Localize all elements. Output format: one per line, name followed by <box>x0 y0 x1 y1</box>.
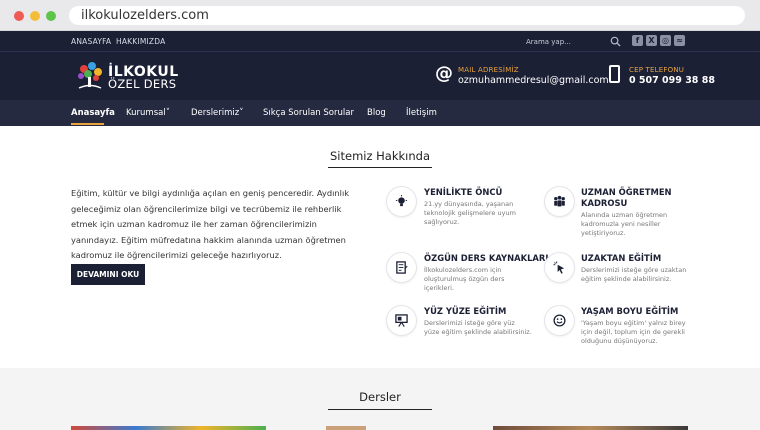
toplink-hakkimizda[interactable]: HAKKIMIZDA <box>116 37 165 46</box>
feature-icon-wrap <box>387 306 416 335</box>
feature-desc: 21.yy dünyasında, yaşanan teknolojik gel… <box>424 200 516 226</box>
presentation-icon <box>395 314 408 327</box>
phone-icon <box>609 65 620 83</box>
instagram-icon[interactable]: ◎ <box>660 35 671 46</box>
logo-text-line2[interactable]: ÖZEL DERS <box>108 77 176 91</box>
feature-title: YAŞAM BOYU EĞİTİM <box>581 306 679 316</box>
site-header: İLKOKUL ÖZEL DERS @ MAIL ADRESİMİZ ozmuh… <box>0 52 760 100</box>
courses-title-underline <box>328 409 432 410</box>
search-input[interactable]: Arama yap... <box>526 38 571 46</box>
address-bar[interactable]: ilkokulozelders.com <box>69 6 745 25</box>
chevron-down-icon: ˅ <box>239 108 244 118</box>
maximize-window-button[interactable] <box>46 11 56 21</box>
smile-icon <box>553 314 566 327</box>
course-card-thumbnail[interactable] <box>493 426 688 430</box>
phone-label: CEP TELEFONU <box>629 66 685 74</box>
team-icon <box>554 195 565 207</box>
toplink-anasayfa[interactable]: ANASAYFA <box>71 37 111 46</box>
feature-icon-wrap <box>545 253 574 282</box>
about-paragraph: Eğitim, kültür ve bilgi aydınlığa açılan… <box>71 188 350 260</box>
course-card-thumbnail[interactable] <box>71 426 266 430</box>
feature-icon-wrap <box>387 187 416 216</box>
notebook-icon <box>396 261 408 274</box>
feature-icon-wrap <box>387 253 416 282</box>
at-sign-icon: @ <box>435 63 453 84</box>
nav-item-anasayfa[interactable]: Anasayfa <box>71 108 115 118</box>
mail-address[interactable]: ozmuhammedresul@gmail.com <box>458 75 609 86</box>
feature-desc: Alanında uzman öğretmen kadromuzla yeni … <box>581 211 668 237</box>
feature-desc: Derslerimizi isteğe göre yüz yüze eğitim… <box>424 319 532 336</box>
browser-chrome: ilkokulozelders.com <box>0 0 760 31</box>
search-box[interactable]: Arama yap... <box>520 34 626 49</box>
nav-item-derslerimiz[interactable]: Derslerimiz˅ <box>191 108 244 118</box>
read-more-button[interactable]: DEVAMINI OKU <box>71 264 145 285</box>
mail-label: MAIL ADRESİMİZ <box>458 66 519 74</box>
feature-title: YENİLİKTE ÖNCÜ <box>424 187 503 197</box>
nav-item-blog[interactable]: Blog <box>367 108 386 118</box>
facebook-icon[interactable]: f <box>632 35 643 46</box>
top-bar: ANASAYFA HAKKIMIZDA Arama yap... f X ◎ ≈ <box>0 31 760 52</box>
about-title-underline <box>328 167 432 168</box>
lightbulb-icon <box>395 195 408 207</box>
feature-icon-wrap <box>545 187 574 216</box>
feature-title: UZAKTAN EĞİTİM <box>581 253 662 263</box>
course-card-thumbnail[interactable] <box>326 426 366 430</box>
feature-desc: 'Yaşam boyu eğitim' yalnız birey için de… <box>581 319 686 345</box>
nav-item-sss[interactable]: Sıkça Sorulan Sorular <box>263 108 354 118</box>
feature-title: ÖZGÜN DERS KAYNAKLARI <box>424 253 549 263</box>
twitter-x-icon[interactable]: X <box>646 35 657 46</box>
feature-desc: Derslerimizi isteğe göre uzaktan eğitim … <box>581 266 687 283</box>
nav-item-iletisim[interactable]: İletişim <box>406 108 437 118</box>
cursor-click-icon <box>553 261 565 274</box>
phone-number[interactable]: 0 507 099 38 88 <box>629 75 715 86</box>
chevron-down-icon: ˅ <box>165 108 170 118</box>
feature-title: UZMAN ÖĞRETMEN KADROSU <box>581 187 672 208</box>
feature-desc: İlkokulozelders.com için oluşturulmuş öz… <box>424 266 505 292</box>
logo-tree-icon[interactable] <box>76 61 104 91</box>
feature-icon-wrap <box>545 306 574 335</box>
active-nav-indicator <box>71 123 104 125</box>
close-window-button[interactable] <box>14 11 24 21</box>
rss-icon[interactable]: ≈ <box>674 35 685 46</box>
search-icon[interactable] <box>610 36 621 47</box>
courses-section-title: Dersler <box>359 390 401 404</box>
main-nav: Anasayfa Kurumsal˅ Derslerimiz˅ Sıkça So… <box>0 100 760 126</box>
minimize-window-button[interactable] <box>30 11 40 21</box>
nav-item-kurumsal[interactable]: Kurumsal˅ <box>126 108 170 118</box>
about-section-title: Sitemiz Hakkında <box>329 149 430 163</box>
feature-title: YÜZ YÜZE EĞİTİM <box>424 306 507 316</box>
